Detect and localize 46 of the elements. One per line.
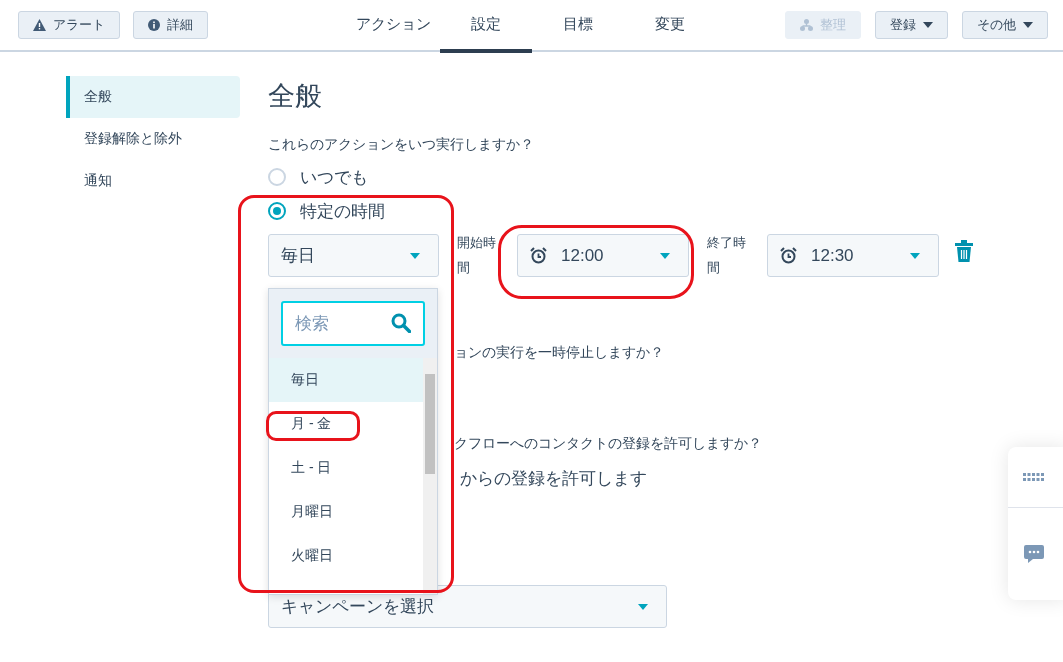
alarm-clock-icon [780, 247, 797, 264]
tab[interactable]: アクション [347, 0, 440, 53]
radio-button[interactable] [268, 202, 286, 220]
start-time-select[interactable]: 12:00 [517, 234, 689, 277]
end-time-select[interactable]: 12:30 [767, 234, 939, 277]
dropdown-option[interactable]: 火曜日 [269, 534, 423, 578]
search-field[interactable]: 検索 [281, 301, 425, 346]
scrollbar[interactable] [423, 358, 437, 594]
question-text: ョンの実行を一時停止しますか？ [454, 344, 665, 362]
caret-icon [638, 603, 648, 610]
tab[interactable]: 設定 [439, 0, 532, 53]
end-time-label: 終了時間 [707, 234, 747, 277]
caret-icon [910, 252, 920, 259]
search-icon [391, 313, 411, 333]
caret-icon [410, 252, 420, 259]
dropdown-option[interactable]: 土 - 日 [269, 446, 423, 490]
dropdown-option[interactable]: 毎日 [269, 358, 423, 402]
alarm-clock-icon [530, 247, 547, 264]
question-text: クフローへのコンタクトの登録を許可しますか？ [454, 435, 763, 453]
start-time-label: 開始時間 [457, 234, 497, 277]
grid-icon[interactable] [1023, 473, 1045, 481]
sidebar-item[interactable]: 全般 [66, 76, 240, 118]
tab[interactable]: 目標 [531, 0, 624, 53]
sidebar-item[interactable]: 通知 [66, 160, 240, 202]
warning-icon [33, 19, 46, 31]
tab[interactable]: 変更 [623, 0, 716, 53]
header-button[interactable]: 詳細 [133, 11, 208, 39]
campaign-select[interactable]: キャンペーンを選択 [268, 585, 667, 628]
header-button[interactable]: アラート [18, 11, 120, 39]
option-text: からの登録を許可します [460, 468, 648, 490]
header-button[interactable]: 登録 [875, 11, 948, 39]
sidebar-item[interactable]: 登録解除と除外 [66, 118, 240, 160]
radio-label: いつでも [300, 166, 368, 189]
radio-button[interactable] [268, 168, 286, 186]
chat-icon[interactable] [1024, 545, 1044, 563]
info-icon [148, 19, 160, 31]
day-select[interactable]: 毎日 [268, 234, 439, 277]
caret-icon [660, 252, 670, 259]
radio-label: 特定の時間 [300, 200, 385, 223]
hierarchy-icon [800, 19, 813, 31]
section-title: 全般 [268, 80, 323, 113]
dropdown-option[interactable]: 月曜日 [269, 490, 423, 534]
question-text: これらのアクションをいつ実行しますか？ [268, 136, 535, 154]
dropdown-option[interactable]: 月 - 金 [269, 402, 423, 446]
header-button[interactable]: その他 [962, 11, 1048, 39]
trash-icon[interactable] [955, 240, 973, 262]
